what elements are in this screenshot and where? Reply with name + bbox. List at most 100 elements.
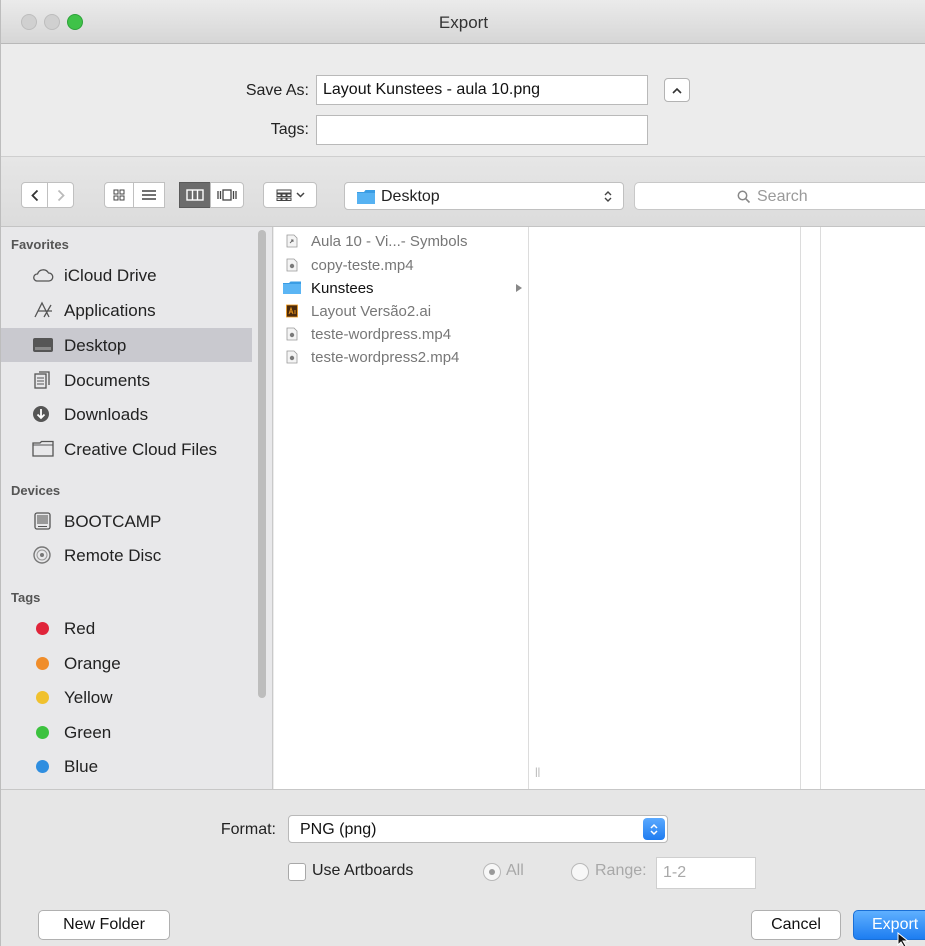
save-as-section: Save As: Layout Kunstees - aula 10.png T…	[1, 45, 925, 157]
radio-selected-dot	[489, 869, 495, 875]
chevron-down-icon	[295, 192, 305, 198]
search-field[interactable]: Search	[634, 182, 925, 210]
folder-icon	[283, 281, 301, 294]
location-label: Desktop	[381, 188, 440, 205]
documents-icon	[34, 371, 50, 389]
back-button[interactable]	[21, 182, 48, 208]
sidebar-item-label: Remote Disc	[64, 546, 162, 565]
search-placeholder: Search	[757, 188, 808, 205]
sidebar-item-label: Red	[64, 619, 96, 638]
select-arrows	[643, 818, 665, 840]
file-item[interactable]: teste-wordpress2.mp4	[274, 346, 524, 370]
sidebar-tag-blue[interactable]: Blue	[1, 749, 252, 783]
applications-icon	[34, 301, 52, 318]
chevron-right-icon	[57, 189, 65, 201]
column-resize-handle[interactable]: ||	[535, 767, 540, 778]
sidebar-tag-red[interactable]: Red	[1, 611, 252, 645]
updown-arrows-icon	[650, 823, 658, 835]
orange-tag-dot	[36, 657, 49, 670]
new-folder-button[interactable]: New Folder	[38, 910, 170, 940]
search-icon	[737, 190, 751, 204]
column-view-button[interactable]	[179, 182, 211, 208]
forward-button[interactable]	[47, 182, 74, 208]
all-radio[interactable]	[483, 863, 501, 881]
tags-header: Tags	[11, 590, 41, 605]
save-as-field[interactable]: Layout Kunstees - aula 10.png	[316, 75, 648, 105]
sidebar-scrollbar[interactable]	[258, 230, 266, 698]
illustrator-file-icon	[286, 304, 298, 318]
icon-view-button[interactable]	[104, 182, 134, 208]
export-button[interactable]: Export	[853, 910, 925, 940]
disc-icon	[33, 546, 51, 564]
range-radio[interactable]	[571, 863, 589, 881]
disclosure-arrow-icon	[516, 284, 522, 292]
arrange-button[interactable]	[263, 182, 317, 208]
sidebar-item-label: Orange	[64, 654, 121, 673]
format-value: PNG (png)	[300, 821, 377, 838]
file-item[interactable]: Aula 10 - Vi...- Symbols	[274, 230, 524, 254]
folder-icon	[32, 440, 54, 457]
sidebar-item-label: Desktop	[64, 336, 127, 355]
cloud-icon	[33, 269, 54, 282]
sidebar-item-label: iCloud Drive	[64, 266, 157, 285]
sidebar-item-icloud-drive[interactable]: iCloud Drive	[1, 258, 252, 292]
sidebar-item-downloads[interactable]: Downloads	[1, 397, 252, 431]
file-name: copy-teste.mp4	[311, 257, 414, 274]
favorites-header: Favorites	[11, 237, 69, 252]
export-options: Format: PNG (png) Use Artboards All Rang…	[1, 789, 925, 946]
column-divider[interactable]	[800, 227, 801, 789]
yellow-tag-dot	[36, 691, 49, 704]
file-name: Kunstees	[311, 280, 374, 297]
format-select[interactable]: PNG (png)	[288, 815, 668, 843]
sidebar-item-desktop[interactable]: Desktop	[1, 328, 252, 362]
sidebar-item-creative-cloud-files[interactable]: Creative Cloud Files	[1, 432, 252, 466]
red-tag-dot	[36, 622, 49, 635]
column-view-icon	[186, 189, 204, 201]
column-divider[interactable]	[820, 227, 821, 789]
icon-view-icon	[113, 189, 125, 201]
sidebar-tag-orange[interactable]: Orange	[1, 646, 252, 680]
video-file-icon	[286, 350, 298, 364]
sidebar-item-bootcamp[interactable]: BOOTCAMP	[1, 504, 252, 538]
sidebar-item-label: Applications	[64, 301, 156, 320]
list-view-icon	[142, 190, 156, 200]
browser-toolbar: Desktop Search	[1, 157, 925, 227]
sidebar-item-applications[interactable]: Applications	[1, 293, 252, 327]
format-label: Format:	[220, 821, 276, 838]
file-name: teste-wordpress2.mp4	[311, 349, 460, 366]
column-divider[interactable]	[528, 227, 529, 789]
blue-tag-dot	[36, 760, 49, 773]
tags-field[interactable]	[316, 115, 648, 145]
expand-dialog-button[interactable]	[664, 78, 690, 102]
file-item-folder[interactable]: Kunstees	[274, 277, 524, 301]
range-label: Range:	[595, 862, 647, 879]
cancel-button[interactable]: Cancel	[751, 910, 841, 940]
cover-flow-view-button[interactable]	[210, 182, 244, 208]
range-field[interactable]: 1-2	[656, 857, 756, 889]
video-file-icon	[286, 258, 298, 272]
sidebar-item-label: Yellow	[64, 688, 113, 707]
file-name: Aula 10 - Vi...- Symbols	[311, 233, 468, 250]
sidebar-tag-yellow[interactable]: Yellow	[1, 680, 252, 714]
sidebar-item-label: Green	[64, 723, 112, 742]
desktop-folder-icon	[357, 190, 375, 204]
window-title: Export	[438, 13, 489, 32]
devices-header: Devices	[11, 483, 61, 498]
file-item[interactable]: teste-wordpress.mp4	[274, 323, 524, 347]
cover-flow-icon	[217, 189, 237, 201]
video-file-icon	[286, 327, 298, 341]
file-browser: Aula 10 - Vi...- Symbols copy-teste.mp4 …	[274, 227, 925, 789]
green-tag-dot	[36, 726, 49, 739]
list-view-button[interactable]	[133, 182, 165, 208]
location-popup[interactable]: Desktop	[344, 182, 624, 210]
use-artboards-checkbox[interactable]	[288, 863, 306, 881]
sidebar-item-label: Downloads	[64, 405, 149, 424]
sidebar-item-remote-disc[interactable]: Remote Disc	[1, 538, 252, 572]
sidebar: Favorites iCloud Drive Applications Desk…	[1, 227, 273, 789]
sidebar-tag-green[interactable]: Green	[1, 715, 252, 749]
sidebar-item-documents[interactable]: Documents	[1, 363, 252, 397]
desktop-icon	[33, 338, 53, 352]
tags-label: Tags:	[270, 121, 309, 138]
file-item[interactable]: copy-teste.mp4	[274, 254, 524, 278]
file-item[interactable]: Layout Versão2.ai	[274, 300, 524, 324]
